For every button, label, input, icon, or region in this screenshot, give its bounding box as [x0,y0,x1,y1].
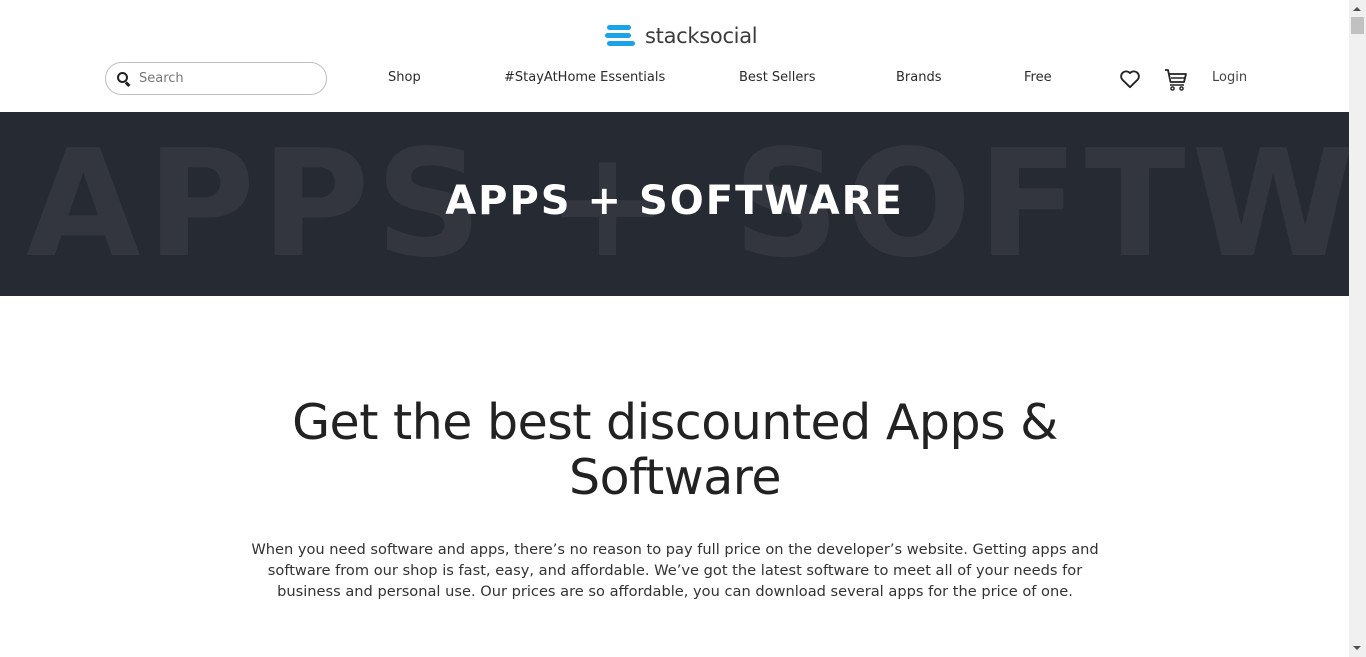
nav-best-sellers[interactable]: Best Sellers [739,70,816,85]
hero-title: APPS + SOFTWARE [445,178,904,224]
search-input[interactable] [139,71,309,86]
scrollbar-thumb[interactable] [1351,17,1364,34]
heart-icon[interactable] [1119,69,1141,89]
scroll-down-arrow-icon[interactable] [1349,640,1366,657]
scroll-up-arrow-icon[interactable] [1349,0,1366,17]
stacked-bars-logo-icon [605,23,635,49]
nav-brands[interactable]: Brands [896,70,942,85]
page: stacksocial Shop #StayAtHome Essentials … [0,0,1349,657]
cart-icon[interactable] [1164,67,1188,91]
site-header: stacksocial Shop #StayAtHome Essentials … [0,0,1349,112]
site-logo[interactable]: stacksocial [605,22,758,50]
nav-free[interactable]: Free [1024,70,1052,85]
nav-shop[interactable]: Shop [388,70,421,85]
brand-name: stacksocial [645,24,758,48]
intro-paragraph: When you need software and apps, there’s… [251,541,1099,600]
page-headline: Get the best discounted Apps & Software [292,394,1058,506]
login-link[interactable]: Login [1212,70,1247,85]
search-box[interactable] [105,62,327,95]
nav-stay-at-home-essentials[interactable]: #StayAtHome Essentials [504,70,665,85]
vertical-scrollbar[interactable] [1349,0,1366,657]
search-icon [117,71,131,87]
category-hero-banner: APPS + SOFTWARE APPS + SOFTWARE [0,112,1349,296]
